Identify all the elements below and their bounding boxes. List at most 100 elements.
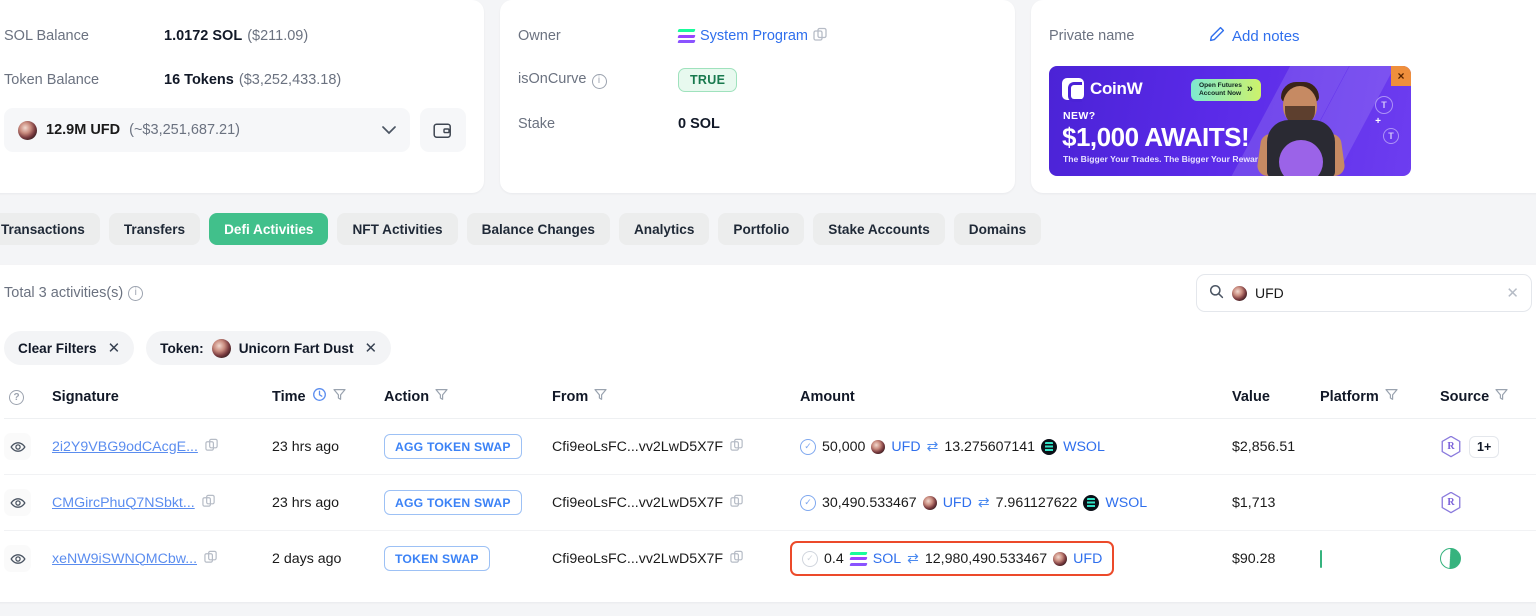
activities-table: ? Signature Time Action From Amount Valu… bbox=[4, 375, 1536, 586]
search-value: UFD bbox=[1255, 285, 1284, 301]
tab-nft-activities[interactable]: NFT Activities bbox=[337, 213, 458, 245]
wsol-token-icon bbox=[1083, 494, 1100, 511]
open-futures-button[interactable]: Open Futures Account Now » bbox=[1191, 79, 1261, 101]
copy-icon[interactable] bbox=[730, 494, 744, 511]
banner-person-image bbox=[1256, 80, 1346, 176]
col-from[interactable]: From bbox=[552, 375, 800, 419]
platform-icon[interactable] bbox=[1320, 549, 1322, 568]
copy-icon[interactable] bbox=[813, 27, 828, 45]
amount-out-token[interactable]: UFD bbox=[1073, 551, 1102, 567]
tab-defi-activities[interactable]: Defi Activities bbox=[209, 213, 329, 245]
ufd-token-icon bbox=[18, 120, 37, 140]
close-icon[interactable]: ✕ bbox=[108, 339, 121, 357]
section-tabs: Transactions Transfers Defi Activities NFT … bbox=[0, 193, 1536, 265]
amount-out-token[interactable]: WSOL bbox=[1105, 495, 1147, 511]
total-activities: Total 3 activities(s) i bbox=[4, 285, 144, 301]
close-icon[interactable]: × bbox=[1391, 66, 1411, 86]
cell-view bbox=[4, 531, 52, 587]
amount-in-token[interactable]: UFD bbox=[891, 439, 920, 455]
amount-in-token[interactable]: SOL bbox=[873, 551, 901, 567]
token-dropdown[interactable]: 12.9M UFD (~$3,251,687.21) bbox=[4, 108, 410, 152]
tab-domains[interactable]: Domains bbox=[953, 213, 1042, 245]
copy-icon[interactable] bbox=[730, 550, 744, 567]
question-icon[interactable]: ? bbox=[9, 390, 24, 406]
tab-balance-changes[interactable]: Balance Changes bbox=[466, 213, 610, 245]
amount-highlight-box: ✓ 0.4 SOL ⇄ 12,980,490.533467 UFD bbox=[790, 541, 1115, 576]
source-icon[interactable] bbox=[1441, 491, 1461, 514]
clear-search-icon[interactable]: ✕ bbox=[1506, 284, 1519, 302]
info-icon[interactable]: i bbox=[128, 285, 144, 301]
filter-icon[interactable] bbox=[1495, 388, 1508, 405]
wallet-button[interactable] bbox=[419, 108, 466, 152]
activities-table-body: 2i2Y9VBG9odCAcgE... 23 hrs ago AGG TOKEN S… bbox=[4, 418, 1536, 587]
defi-activities-panel: Total 3 activities(s) i UFD ✕ Clear Filt… bbox=[0, 265, 1536, 602]
stake-row: Stake 0 SOL bbox=[518, 102, 997, 146]
status-check-icon: ✓ bbox=[802, 550, 818, 567]
copy-icon[interactable] bbox=[202, 494, 216, 511]
time-value: 2 days ago bbox=[272, 550, 342, 567]
filter-icon[interactable] bbox=[332, 388, 346, 405]
coinw-ad-banner[interactable]: CoinW Open Futures Account Now » NEW? $1… bbox=[1049, 66, 1411, 176]
tab-transactions[interactable]: Transactions bbox=[0, 213, 100, 245]
copy-icon[interactable] bbox=[205, 438, 219, 455]
tab-transfers[interactable]: Transfers bbox=[108, 213, 201, 245]
tab-stake-accounts[interactable]: Stake Accounts bbox=[813, 213, 945, 245]
filter-icon[interactable] bbox=[1385, 388, 1398, 405]
view-row-button[interactable] bbox=[4, 433, 31, 460]
tab-analytics[interactable]: Analytics bbox=[618, 213, 710, 245]
col-amount: Amount bbox=[800, 375, 1232, 419]
filter-icon[interactable] bbox=[594, 388, 607, 405]
info-icon[interactable]: i bbox=[591, 73, 607, 89]
private-name-card: Private name Add notes CoinW Open Future… bbox=[1031, 0, 1536, 193]
filter-icon[interactable] bbox=[435, 388, 448, 405]
signature-link[interactable]: CMGircPhuQ7NSbkt... bbox=[52, 495, 195, 511]
value-amount: $2,856.51 bbox=[1232, 438, 1296, 455]
copy-icon[interactable] bbox=[204, 550, 218, 567]
amount-in-token[interactable]: UFD bbox=[943, 495, 972, 511]
chevron-down-icon bbox=[381, 123, 396, 138]
col-time[interactable]: Time bbox=[272, 375, 384, 419]
stake-label: Stake bbox=[518, 116, 556, 132]
view-row-button[interactable] bbox=[4, 489, 31, 516]
pencil-icon bbox=[1209, 26, 1225, 46]
source-icon[interactable] bbox=[1441, 435, 1461, 458]
signature-link[interactable]: 2i2Y9VBG9odCAcgE... bbox=[52, 439, 198, 455]
tab-portfolio[interactable]: Portfolio bbox=[718, 213, 805, 245]
owner-link[interactable]: System Program bbox=[700, 28, 808, 44]
action-badge[interactable]: TOKEN SWAP bbox=[384, 546, 490, 571]
balance-card: SOL Balance 1.0172 SOL ($211.09) Token B… bbox=[0, 0, 484, 193]
token-filter-chip[interactable]: Token: Unicorn Fart Dust ✕ bbox=[146, 331, 392, 365]
swap-arrows-icon: ⇄ bbox=[977, 494, 990, 510]
table-row: 2i2Y9VBG9odCAcgE... 23 hrs ago AGG TOKEN S… bbox=[4, 418, 1536, 475]
add-notes-button[interactable]: Add notes bbox=[1209, 26, 1300, 46]
clear-filters-chip[interactable]: Clear Filters ✕ bbox=[4, 331, 135, 365]
copy-icon[interactable] bbox=[730, 438, 744, 455]
sol-balance-row: SOL Balance 1.0172 SOL ($211.09) bbox=[4, 14, 466, 58]
source-icon[interactable] bbox=[1435, 543, 1466, 574]
col-value-label: Value bbox=[1232, 388, 1270, 405]
search-input[interactable]: UFD ✕ bbox=[1196, 274, 1532, 312]
view-row-button[interactable] bbox=[4, 545, 31, 572]
cell-action: AGG TOKEN SWAP bbox=[384, 474, 552, 531]
col-signature-label: Signature bbox=[52, 388, 119, 405]
coinw-brand: CoinW bbox=[1090, 79, 1143, 98]
cell-value: $90.28 bbox=[1232, 531, 1320, 587]
close-icon[interactable]: ✕ bbox=[365, 339, 378, 357]
signature-link[interactable]: xeNW9iSWNQMCbw... bbox=[52, 551, 197, 567]
col-platform[interactable]: Platform bbox=[1320, 375, 1440, 419]
status-check-icon: ✓ bbox=[800, 438, 816, 455]
amount-out-token[interactable]: WSOL bbox=[1063, 439, 1105, 455]
token-balance-value: 16 Tokens bbox=[164, 72, 234, 88]
source-extra-badge[interactable]: 1+ bbox=[1469, 435, 1500, 458]
amount-in: 0.4 bbox=[824, 550, 844, 567]
coinw-logo: CoinW bbox=[1062, 78, 1143, 102]
col-action[interactable]: Action bbox=[384, 375, 552, 419]
selected-token-amount: 12.9M UFD bbox=[46, 122, 121, 138]
action-badge[interactable]: AGG TOKEN SWAP bbox=[384, 434, 522, 459]
action-badge[interactable]: AGG TOKEN SWAP bbox=[384, 490, 522, 515]
cta-line-1: Open Futures bbox=[1199, 81, 1242, 89]
clock-icon[interactable] bbox=[312, 387, 327, 406]
stake-value: 0 SOL bbox=[678, 116, 720, 132]
col-source[interactable]: Source bbox=[1440, 375, 1536, 419]
solana-icon bbox=[849, 550, 868, 567]
